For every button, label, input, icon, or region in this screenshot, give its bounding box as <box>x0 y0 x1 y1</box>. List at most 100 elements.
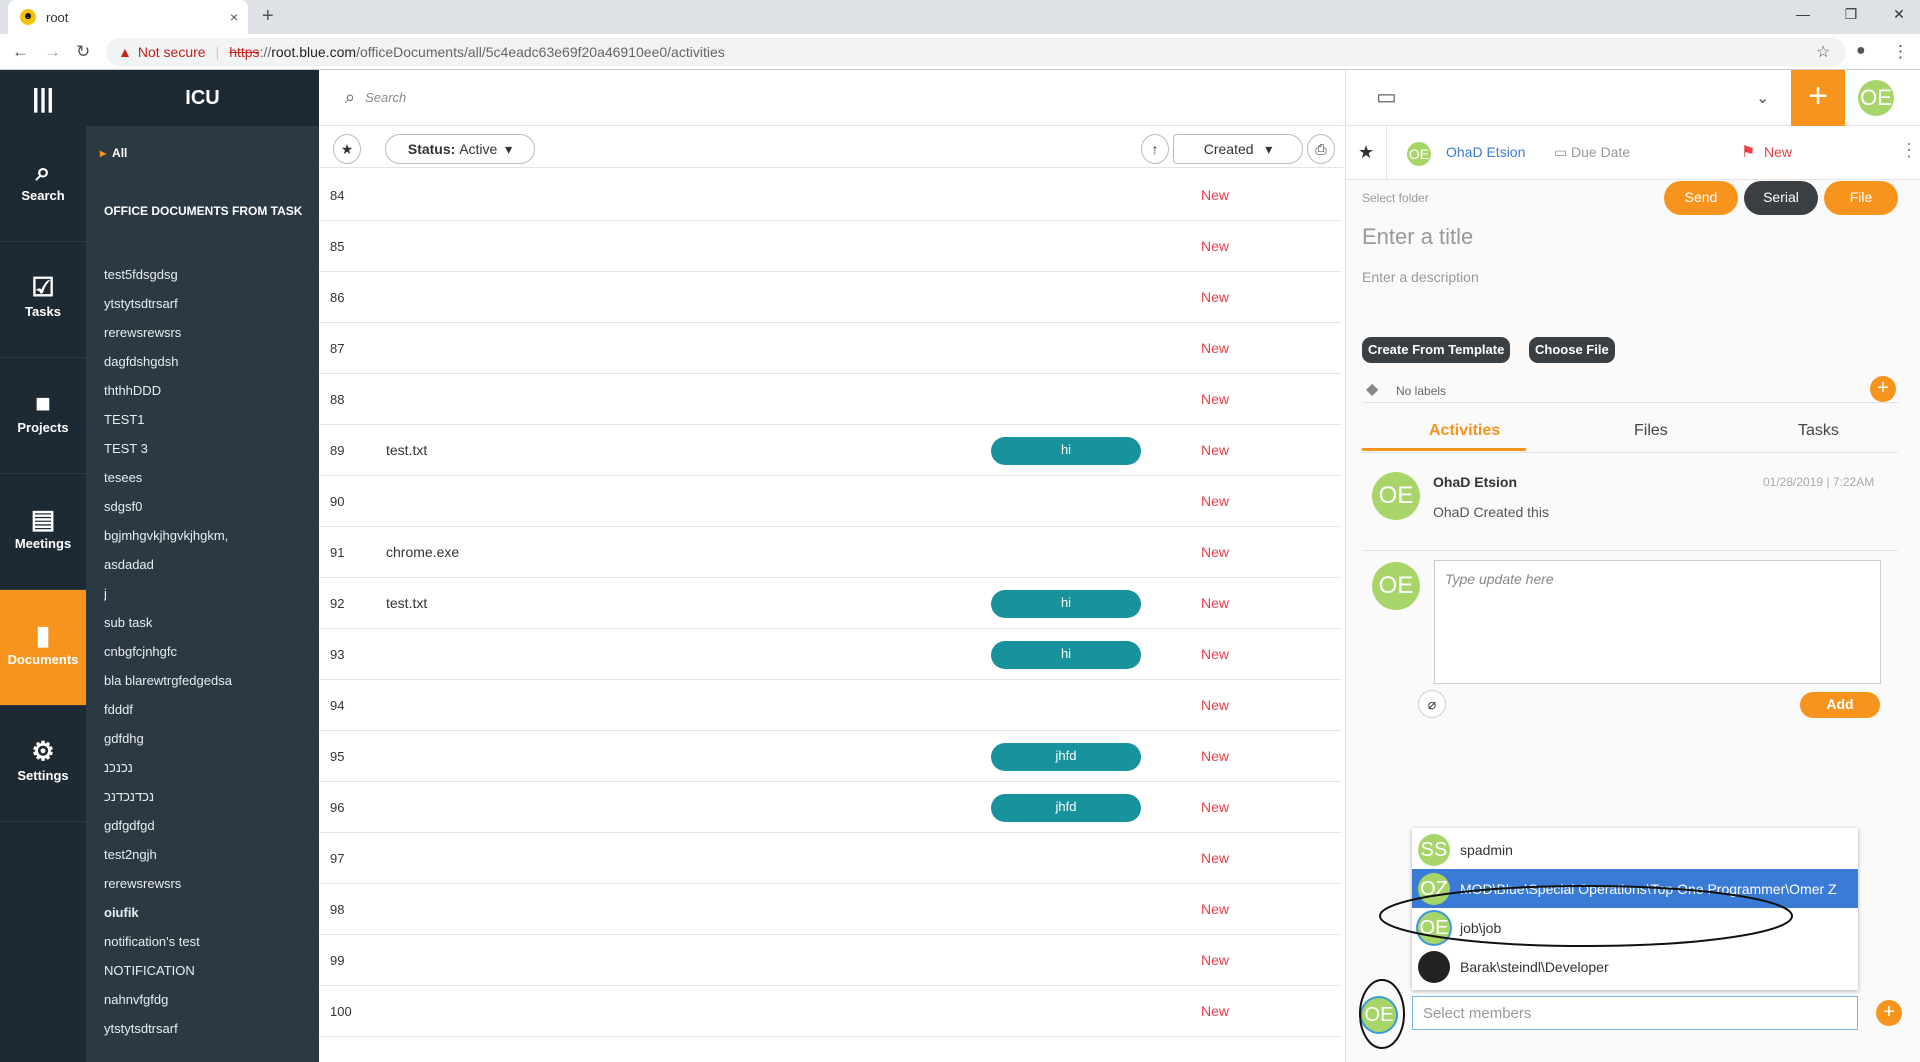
search-input[interactable]: Search <box>365 90 406 105</box>
search-bar[interactable]: ⌕ Search <box>319 70 1343 126</box>
table-row[interactable]: 91 chrome.exe New <box>319 527 1341 578</box>
table-row[interactable]: 99 New <box>319 935 1341 986</box>
reload-icon[interactable]: ↻ <box>76 42 90 62</box>
table-row[interactable]: 92 test.txt hi New <box>319 578 1341 629</box>
forward-icon[interactable]: → <box>44 42 61 62</box>
status-flag[interactable]: New <box>1764 144 1792 160</box>
address-bar[interactable]: ▲ Not secure | https://root.blue.com/off… <box>106 38 1846 66</box>
folder-item[interactable]: nahnvfgfdg <box>104 992 314 1021</box>
bookmark-star-icon[interactable]: ☆ <box>1816 42 1830 62</box>
folder-item[interactable]: test2ngjh <box>104 847 314 876</box>
folder-item[interactable]: sdgsf0 <box>104 499 314 528</box>
folder-all[interactable]: ▸ All <box>100 146 127 160</box>
folder-item[interactable]: oiufik <box>104 905 314 934</box>
folder-item[interactable]: fdddf <box>104 702 314 731</box>
create-from-template-button[interactable]: Create From Template <box>1362 337 1511 363</box>
chat-icon[interactable]: ▭ <box>1376 84 1397 110</box>
folder-item[interactable]: asdadad <box>104 557 314 586</box>
sort-direction-button[interactable]: ↑ <box>1141 134 1169 164</box>
tab-activities[interactable]: Activities <box>1429 422 1500 440</box>
select-members-input[interactable]: Select members <box>1412 996 1858 1030</box>
update-textarea[interactable]: Type update here <box>1434 560 1881 684</box>
table-row[interactable]: 87 New <box>319 323 1341 374</box>
folder-item[interactable]: tesees <box>104 470 314 499</box>
folder-item[interactable]: cnbgfcjnhgfc <box>104 644 314 673</box>
send-button[interactable]: Send <box>1664 181 1738 215</box>
minimize-icon[interactable]: — <box>1788 6 1818 22</box>
folder-item[interactable]: dagfdshgdsh <box>104 354 314 383</box>
folder-item[interactable]: rerewsrewsrs <box>104 325 314 354</box>
nav-meetings[interactable]: ▤ Meetings <box>0 474 86 590</box>
file-button[interactable]: File <box>1824 181 1898 215</box>
table-row[interactable]: 89 test.txt hi New <box>319 425 1341 476</box>
table-row[interactable]: 84 New <box>319 170 1341 221</box>
table-row[interactable]: 98 New <box>319 884 1341 935</box>
table-row[interactable]: 100 New <box>319 986 1341 1037</box>
folder-item[interactable]: test5fdsgdsg <box>104 267 314 296</box>
choose-file-button[interactable]: Choose File <box>1529 337 1615 363</box>
star-icon[interactable]: ★ <box>1358 142 1374 163</box>
table-row[interactable]: 88 New <box>319 374 1341 425</box>
tab-close-icon[interactable]: × <box>230 9 238 25</box>
sort-dropdown[interactable]: Created ▾ <box>1173 134 1303 164</box>
folder-heading[interactable]: OFFICE DOCUMENTS FROM TASK <box>104 204 302 218</box>
hamburger-menu-icon[interactable]: ||| <box>0 70 86 126</box>
description-input[interactable]: Enter a description <box>1362 269 1479 285</box>
more-menu-icon[interactable]: ⋮ <box>1900 140 1918 161</box>
profile-icon[interactable]: ● <box>1856 42 1866 60</box>
table-row[interactable]: 95 jhfd New <box>319 731 1341 782</box>
folder-item[interactable]: gdfgdfgd <box>104 818 314 847</box>
browser-tab[interactable]: ☻ root × <box>8 0 248 34</box>
folder-item[interactable]: נכדנכדנכ <box>104 789 314 818</box>
add-new-button[interactable]: + <box>1791 70 1845 126</box>
folder-item[interactable]: notification's test <box>104 934 314 963</box>
table-row[interactable]: 96 jhfd New <box>319 782 1341 833</box>
select-folder[interactable]: Select folder <box>1362 191 1429 205</box>
favorites-star-button[interactable]: ★ <box>333 134 361 164</box>
add-label-button[interactable]: + <box>1870 376 1896 402</box>
member-option[interactable]: OE job\job <box>1412 908 1858 947</box>
add-member-button[interactable]: + <box>1876 1000 1902 1026</box>
due-date-field[interactable]: Due Date <box>1571 144 1630 160</box>
tab-tasks[interactable]: Tasks <box>1798 422 1839 440</box>
folder-item[interactable]: נכנכנ <box>104 760 314 789</box>
table-row[interactable]: 86 New <box>319 272 1341 323</box>
folder-item[interactable]: ytstytsdtrsarf <box>104 296 314 325</box>
nav-tasks[interactable]: ☑ Tasks <box>0 242 86 358</box>
status-filter-dropdown[interactable]: Status: Active ▾ <box>385 134 535 164</box>
folder-item[interactable]: NOTIFICATION <box>104 963 314 992</box>
serial-button[interactable]: Serial <box>1744 181 1818 215</box>
nav-search[interactable]: ⌕ Search <box>0 126 86 242</box>
member-option[interactable]: SS spadmin <box>1412 830 1858 869</box>
nav-documents[interactable]: ▮ Documents <box>0 590 86 706</box>
table-row[interactable]: 94 New <box>319 680 1341 731</box>
folder-item[interactable]: TEST 3 <box>104 441 314 470</box>
member-option[interactable]: Barak\steindl\Developer <box>1412 947 1858 986</box>
table-row[interactable]: 85 New <box>319 221 1341 272</box>
member-option[interactable]: OZ MOD\Blue\Special Operations\Top One P… <box>1412 869 1858 908</box>
title-input[interactable]: Enter a title <box>1362 224 1473 250</box>
print-button[interactable]: ⎙ <box>1307 134 1335 164</box>
browser-menu-icon[interactable]: ⋮ <box>1892 42 1909 62</box>
restore-icon[interactable]: ❐ <box>1836 6 1866 23</box>
close-window-icon[interactable]: ✕ <box>1884 6 1914 23</box>
folder-item[interactable]: ytstytsdtrsarf <box>104 1021 314 1050</box>
nav-projects[interactable]: ■ Projects <box>0 358 86 474</box>
table-row[interactable]: 90 New <box>319 476 1341 527</box>
folder-item[interactable]: sub task <box>104 615 314 644</box>
table-row[interactable]: 93 hi New <box>319 629 1341 680</box>
attach-icon[interactable]: ⌀ <box>1418 690 1446 718</box>
folder-item[interactable]: rerewsrewsrs <box>104 876 314 905</box>
folder-item[interactable]: ththhDDD <box>104 383 314 412</box>
folder-item[interactable]: j <box>104 586 314 615</box>
folder-item[interactable]: bla blarewtrgfedgedsa <box>104 673 314 702</box>
labels-field[interactable]: No labels <box>1396 384 1446 398</box>
table-row[interactable]: 97 New <box>319 833 1341 884</box>
new-tab-button[interactable]: + <box>262 5 274 28</box>
folder-item[interactable]: bgjmhgvkjhgvkjhgkm, <box>104 528 314 557</box>
avatar[interactable]: OE <box>1858 80 1894 116</box>
folder-item[interactable]: gdfdhg <box>104 731 314 760</box>
nav-settings[interactable]: ⚙ Settings <box>0 706 86 822</box>
assignee-name[interactable]: OhaD Etsion <box>1446 144 1525 160</box>
add-update-button[interactable]: Add <box>1800 692 1880 718</box>
